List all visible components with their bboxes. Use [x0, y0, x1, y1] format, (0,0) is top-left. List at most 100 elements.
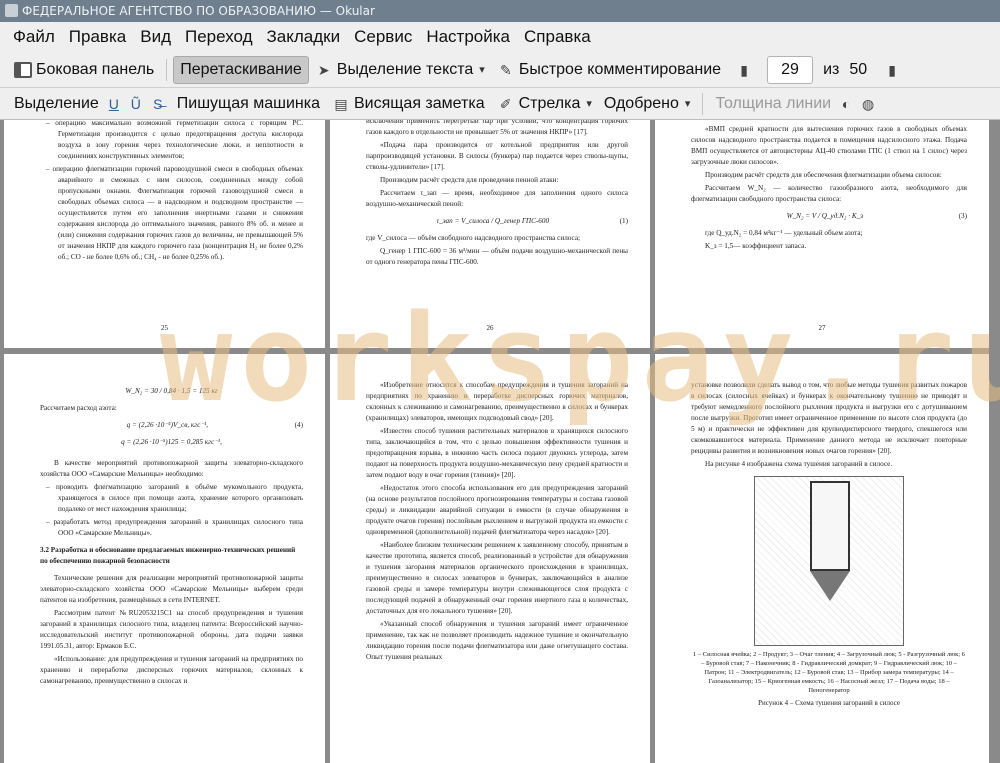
arrow-label: Стрелка — [518, 94, 581, 112]
sidebar-label: Боковая панель — [36, 60, 155, 78]
page-text: «Известен способ тушения растительных ма… — [366, 427, 628, 479]
page-text: – проводить флегматизацию загораний в об… — [46, 483, 303, 513]
formula: τ_зап = V_силоса / Q_генер ГПС-600 (1) — [436, 217, 628, 225]
line-width-label: Толщина линии — [715, 94, 832, 112]
page-text: – разработать метод предупреждения загор… — [46, 518, 303, 537]
page-number-input[interactable]: 29 — [767, 55, 814, 84]
quick-annotation-button[interactable]: ✎ Быстрое комментирование — [491, 56, 727, 84]
page-text: Рассчитаем расход азота: — [40, 404, 117, 412]
menu-settings[interactable]: Настройка — [419, 27, 517, 47]
menu-view[interactable]: Вид — [133, 27, 178, 47]
silo-shape — [810, 481, 850, 571]
page-number: 25 — [161, 324, 168, 332]
page-text: Q_генер 1 ГПС-600 = 36 м³/мин — объём по… — [366, 247, 628, 266]
formula: W_N₂ = 30 / 0,84 · 1,5 = 125 кг — [125, 387, 218, 395]
opacity-icon[interactable]: ◍ — [859, 95, 877, 113]
highlight-button[interactable]: Выделение — [8, 90, 105, 118]
strikeout-icon[interactable]: S̶ — [149, 95, 167, 113]
page-text: «Наиболее близким техническим решением к… — [366, 541, 628, 615]
page-text: где Q_уд.N₂ = 0,84 м³кг⁻¹ — удельный объ… — [705, 229, 863, 237]
menu-help[interactable]: Справка — [517, 27, 598, 47]
page-text: установке позволили сделать вывод о том,… — [691, 381, 967, 455]
stamp-label: Одобрено — [603, 94, 679, 112]
page-text: «Указанный способ обнаружения и тушения … — [366, 620, 628, 661]
page-text: Рассмотрим патент №RU2053215C1 на способ… — [40, 609, 303, 650]
menu-bar: Файл Правка Вид Переход Закладки Сервис … — [0, 22, 1000, 52]
text-select-button[interactable]: ➤ Выделение текста ▾ — [309, 56, 491, 84]
window-title: ФЕДЕРАЛЬНОЕ АГЕНТСТВО ПО ОБРАЗОВАНИЮ — O… — [22, 4, 375, 18]
page-text: – операцию флегматизации горючей паровоз… — [46, 165, 303, 261]
page-text: – операцию максимально возможной гермети… — [46, 120, 303, 160]
page-text: «Использование: для предупреждения и туш… — [40, 655, 303, 685]
menu-edit[interactable]: Правка — [62, 27, 133, 47]
squiggle-icon[interactable]: Ũ — [127, 95, 145, 113]
line-width-button[interactable]: Толщина линии — [709, 90, 837, 118]
page-text: Рассчитаем τ_зап — время, необходимое дл… — [366, 189, 628, 208]
page-text: На рисунке 4 изображена схема тушения за… — [705, 460, 893, 468]
chevron-down-icon[interactable]: ▾ — [586, 97, 592, 110]
next-page-icon[interactable]: ▮ — [883, 61, 901, 79]
formula: q = (2,26 ·10⁻⁵)125 = 0,285 кгс⁻¹, — [121, 438, 222, 446]
note-icon: ▤ — [334, 95, 348, 112]
page-28: W_N₂ = 30 / 0,84 · 1,5 = 125 кг Рассчита… — [4, 354, 325, 763]
page-text: Рассчитаем W_N₂ — количество газообразно… — [691, 184, 967, 203]
menu-go[interactable]: Переход — [178, 27, 260, 47]
menu-bookmarks[interactable]: Закладки — [260, 27, 348, 47]
main-toolbar: Боковая панель Перетаскивание ➤ Выделени… — [0, 52, 1000, 121]
arrow-icon: ✐ — [499, 95, 512, 112]
menu-file[interactable]: Файл — [6, 27, 62, 47]
page-text: «Недостаток этого способа использования … — [366, 484, 628, 536]
figure-caption: Рисунок 4 – Схема тушения загораний в си… — [758, 699, 900, 707]
sidebar-icon — [14, 61, 32, 78]
page-number: 26 — [486, 324, 494, 332]
page-text: Технические решения для реализации мероп… — [40, 574, 303, 604]
typewriter-button[interactable]: Пишущая машинка — [171, 90, 326, 118]
formula: q = (2,26 ·10⁻⁵)V_св, кгс⁻¹, (4) — [126, 421, 303, 429]
section-heading: 3.2 Разработка и обоснование предлагаемы… — [40, 546, 296, 565]
page-26: исключения применить перегретый пар при … — [330, 120, 650, 348]
page-text: «ВМП средней кратности для вытеснения го… — [691, 125, 967, 166]
title-bar: ФЕДЕРАЛЬНОЕ АГЕНТСТВО ПО ОБРАЗОВАНИЮ — O… — [0, 0, 1000, 22]
page-text: «Изобретение относится к способам предуп… — [366, 381, 628, 422]
prev-page-icon[interactable]: ▮ — [735, 61, 753, 79]
of-label: из — [823, 60, 840, 78]
total-pages: 50 — [849, 60, 868, 78]
page-text: где V_силоса — объём свободного надсводн… — [366, 234, 581, 242]
arrow-button[interactable]: ✐ Стрелка ▾ — [491, 90, 598, 118]
page-25: – операцию максимально возможной гермети… — [4, 120, 325, 348]
cursor-icon: ➤ — [317, 61, 330, 78]
annotation-toolbar: Выделение U Ũ S̶ Пишущая машинка ▤ Висящ… — [0, 88, 1000, 194]
sidebar-button[interactable]: Боковая панель — [8, 56, 160, 84]
chevron-down-icon[interactable]: ▾ — [479, 63, 485, 76]
page-text: «Подача пара производится от котельной п… — [366, 141, 628, 171]
chevron-down-icon[interactable]: ▾ — [685, 97, 691, 110]
pen-icon: ✎ — [499, 61, 512, 78]
highlight-label: Выделение — [14, 94, 99, 112]
page-text: Производим расчёт средств для обеспечени… — [705, 171, 942, 179]
page-text: В качестве мероприятий противопожарной з… — [40, 459, 303, 478]
page-27: «ВМП средней кратности для вытеснения го… — [655, 120, 989, 348]
page-text: исключения применить перегретый пар при … — [366, 120, 628, 136]
page-text: K_з = 1,5— коэффициент запаса. — [705, 242, 807, 250]
sticky-note-button[interactable]: ▤ Висящая заметка — [326, 90, 491, 118]
browse-label: Перетаскивание — [180, 60, 302, 78]
underline-icon[interactable]: U — [105, 95, 123, 113]
okular-window: ФЕДЕРАЛЬНОЕ АГЕНТСТВО ПО ОБРАЗОВАНИЮ — O… — [0, 0, 1000, 763]
page-text: Производим расчёт средств для проведения… — [380, 176, 559, 184]
app-icon — [5, 4, 18, 17]
toolbar-separator — [702, 92, 704, 115]
page-number: 27 — [818, 324, 826, 332]
formula: W_N₂ = V / Q_уд.N₂ · K_з (3) — [786, 212, 967, 220]
browse-tool-button[interactable]: Перетаскивание — [173, 55, 309, 84]
page-30: установке позволили сделать вывод о том,… — [655, 354, 989, 763]
text-select-label: Выделение текста — [336, 60, 474, 78]
color-icon[interactable]: ◐ — [837, 95, 855, 113]
silo-cone — [810, 571, 850, 601]
toolbar-separator — [166, 58, 168, 81]
stamp-button[interactable]: Одобрено ▾ — [598, 90, 697, 118]
typewriter-label: Пишущая машинка — [176, 94, 320, 112]
menu-tools[interactable]: Сервис — [347, 27, 419, 47]
document-view[interactable]: – операцию максимально возможной гермети… — [0, 120, 1000, 763]
sticky-note-label: Висящая заметка — [353, 94, 485, 112]
silo-diagram — [754, 476, 904, 646]
